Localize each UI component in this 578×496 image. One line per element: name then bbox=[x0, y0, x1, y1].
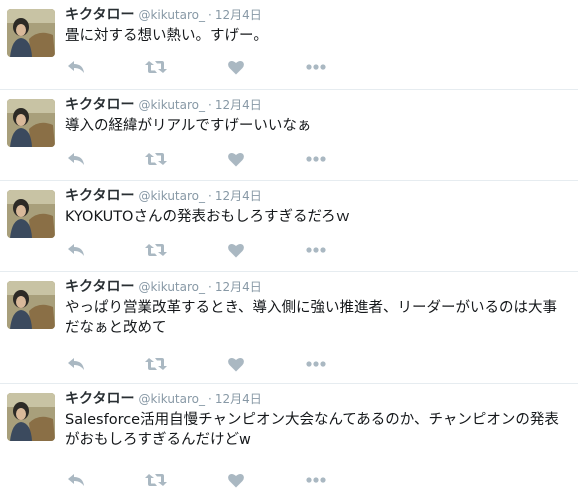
avatar[interactable] bbox=[7, 281, 55, 329]
heart-icon bbox=[228, 243, 244, 257]
avatar[interactable] bbox=[7, 190, 55, 238]
meta-separator: · bbox=[208, 98, 212, 112]
more-button[interactable] bbox=[305, 470, 327, 490]
more-button[interactable] bbox=[305, 149, 327, 169]
user-handle[interactable]: @kikutaro_ bbox=[138, 280, 205, 294]
user-handle[interactable]: @kikutaro_ bbox=[138, 98, 205, 112]
user-name[interactable]: キクタロー bbox=[65, 391, 134, 407]
tweet-timestamp[interactable]: 12月4日 bbox=[215, 8, 262, 22]
reply-icon bbox=[68, 358, 84, 370]
avatar[interactable] bbox=[7, 9, 55, 57]
retweet-icon bbox=[145, 61, 167, 73]
tweet-timeline: キクタロー@kikutaro_·12月4日 畳に対する想い熱い。すげー。 bbox=[0, 0, 578, 496]
reply-button[interactable] bbox=[65, 470, 87, 490]
tweet-header: キクタロー @kikutaro_ · 12月4日 bbox=[65, 390, 262, 408]
reply-button[interactable] bbox=[65, 149, 87, 169]
avatar[interactable] bbox=[7, 99, 55, 147]
more-button[interactable] bbox=[305, 57, 327, 77]
avatar[interactable] bbox=[7, 393, 55, 441]
user-handle[interactable]: @kikutaro_ bbox=[138, 189, 205, 203]
retweet-icon bbox=[145, 358, 167, 370]
tweet-timestamp[interactable]: 12月4日 bbox=[215, 189, 262, 203]
user-handle[interactable]: @kikutaro_ bbox=[138, 392, 205, 406]
tweet-text: Salesforce活用自慢チャンピオン大会なんてあるのか、チャンピオンの発表が… bbox=[65, 412, 559, 448]
meta-separator: · bbox=[208, 392, 212, 406]
tweet-item[interactable]: キクタロー @kikutaro_ · 12月4日 畳に対する想い熱い。すげー。 bbox=[0, 0, 578, 90]
reply-icon bbox=[68, 61, 84, 73]
more-icon bbox=[306, 247, 326, 253]
reply-icon bbox=[68, 153, 84, 165]
tweet-text: KYOKUTOさんの発表おもしろすぎるだろｗ bbox=[65, 209, 351, 225]
tweet-text: 畳に対する想い熱い。すげー。 bbox=[65, 28, 268, 44]
meta-separator: · bbox=[208, 189, 212, 203]
more-button[interactable] bbox=[305, 240, 327, 260]
heart-icon bbox=[228, 60, 244, 74]
tweet-item[interactable]: キクタロー @kikutaro_ · 12月4日 Salesforce活用自慢チャンピ… bbox=[0, 384, 578, 496]
reply-icon bbox=[68, 474, 84, 486]
tweet-header: キクタロー @kikutaro_ · 12月4日 bbox=[65, 96, 262, 114]
like-button[interactable] bbox=[225, 354, 247, 374]
tweet-item[interactable]: キクタロー @kikutaro_ · 12月4日 やっぱり営業改革するとき、導入側に強… bbox=[0, 272, 578, 384]
tweet-text: 導入の経緯がリアルですげーいいなぁ bbox=[65, 118, 312, 134]
tweet-header: キクタロー @kikutaro_ · 12月4日 bbox=[65, 278, 262, 296]
retweet-button[interactable] bbox=[145, 149, 167, 169]
retweet-icon bbox=[145, 244, 167, 256]
like-button[interactable] bbox=[225, 149, 247, 169]
tweet-header: キクタロー @kikutaro_ · 12月4日 bbox=[65, 187, 262, 205]
reply-button[interactable] bbox=[65, 57, 87, 77]
user-name[interactable]: キクタロー bbox=[65, 279, 134, 295]
more-icon bbox=[306, 361, 326, 367]
like-button[interactable] bbox=[225, 470, 247, 490]
tweet-text: やっぱり営業改革するとき、導入側に強い推進者、リーダーがいるのは大事だなぁと改め… bbox=[65, 300, 557, 336]
retweet-button[interactable] bbox=[145, 354, 167, 374]
retweet-button[interactable] bbox=[145, 57, 167, 77]
like-button[interactable] bbox=[225, 57, 247, 77]
meta-separator: · bbox=[208, 8, 212, 22]
heart-icon bbox=[228, 357, 244, 371]
user-name[interactable]: キクタロー bbox=[65, 97, 134, 113]
heart-icon bbox=[228, 473, 244, 487]
retweet-button[interactable] bbox=[145, 470, 167, 490]
heart-icon bbox=[228, 152, 244, 166]
more-icon bbox=[306, 64, 326, 70]
user-name[interactable]: キクタロー bbox=[65, 188, 134, 204]
retweet-icon bbox=[145, 474, 167, 486]
more-icon bbox=[306, 156, 326, 162]
retweet-icon bbox=[145, 153, 167, 165]
meta-separator: · bbox=[208, 280, 212, 294]
more-icon bbox=[306, 477, 326, 483]
reply-icon bbox=[68, 244, 84, 256]
tweet-header: キクタロー @kikutaro_ · 12月4日 bbox=[65, 6, 262, 24]
tweet-timestamp[interactable]: 12月4日 bbox=[215, 392, 262, 406]
user-name[interactable]: キクタロー bbox=[65, 7, 134, 23]
more-button[interactable] bbox=[305, 354, 327, 374]
user-handle[interactable]: @kikutaro_ bbox=[138, 8, 205, 22]
retweet-button[interactable] bbox=[145, 240, 167, 260]
reply-button[interactable] bbox=[65, 354, 87, 374]
like-button[interactable] bbox=[225, 240, 247, 260]
tweet-item[interactable]: キクタロー @kikutaro_ · 12月4日 KYOKUTOさんの発表おもしろすぎ… bbox=[0, 181, 578, 272]
tweet-timestamp[interactable]: 12月4日 bbox=[215, 98, 262, 112]
reply-button[interactable] bbox=[65, 240, 87, 260]
tweet-timestamp[interactable]: 12月4日 bbox=[215, 280, 262, 294]
tweet-item[interactable]: キクタロー @kikutaro_ · 12月4日 導入の経緯がリアルですげーいいなぁ bbox=[0, 90, 578, 181]
